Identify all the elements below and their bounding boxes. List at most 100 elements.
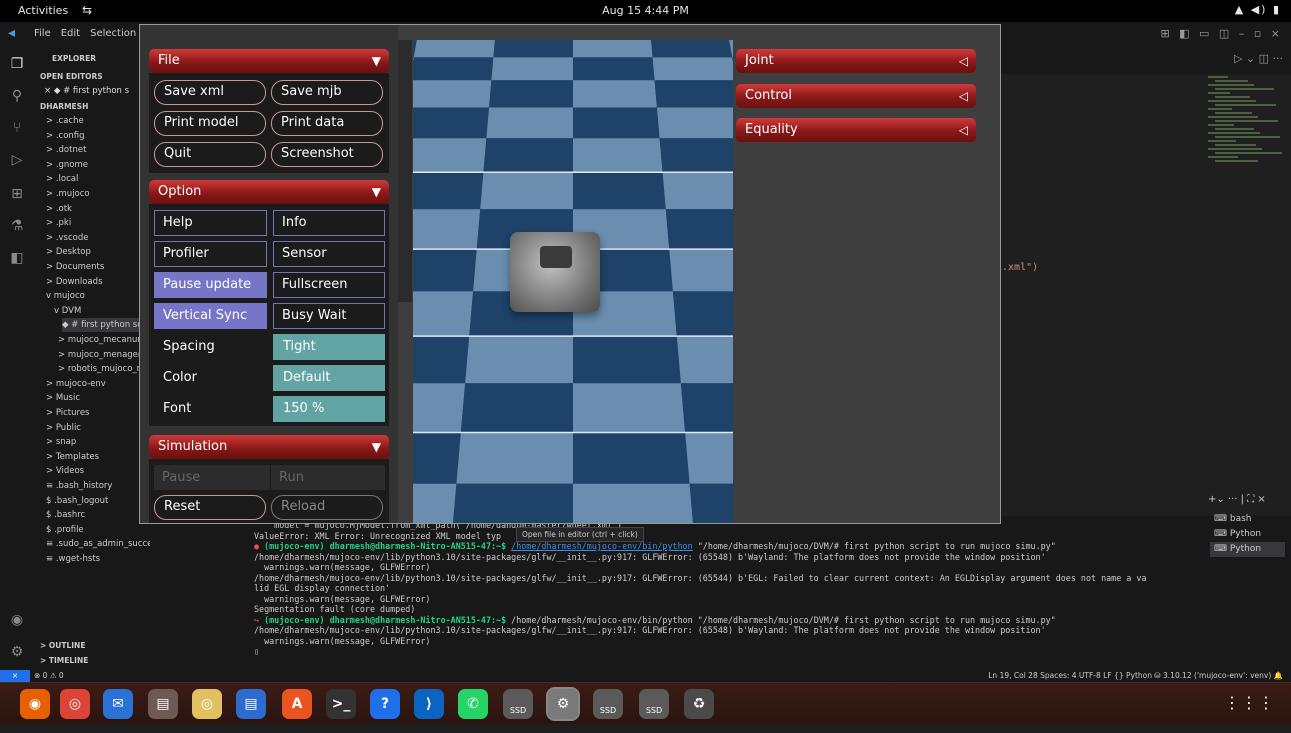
account-icon[interactable]: ◉	[9, 612, 25, 628]
explorer-item[interactable]: > .gnome	[46, 158, 150, 172]
settings-icon[interactable]: ⚙	[546, 687, 580, 721]
save-mjb-button[interactable]: Save mjb	[271, 80, 383, 105]
show-apps-icon[interactable]: ⋮⋮⋮	[1224, 693, 1275, 712]
explorer-item[interactable]: > .vscode	[46, 231, 150, 245]
whatsapp-icon[interactable]: ✆	[458, 689, 488, 719]
rhythmbox-icon[interactable]: ◎	[192, 689, 222, 719]
explorer-item[interactable]: > Downloads	[46, 275, 150, 289]
search-icon[interactable]: ⚲	[9, 88, 25, 104]
vscode-icon[interactable]: ⟩	[414, 689, 444, 719]
chrome-icon[interactable]: ◎	[60, 689, 90, 719]
spacing-select[interactable]: Tight	[273, 334, 385, 360]
explorer-item[interactable]: $ .bashrc	[46, 508, 150, 522]
menu-edit[interactable]: Edit	[61, 28, 80, 39]
files-icon[interactable]: ▤	[148, 689, 178, 719]
explorer-item[interactable]: > .local	[46, 172, 150, 186]
option-toggle-sensor[interactable]: Sensor	[273, 241, 385, 267]
terminal-icon[interactable]: >_	[326, 689, 356, 719]
terminal-link[interactable]: /home/dharmesh/mujoco-env/bin/python	[511, 541, 693, 551]
firefox-icon[interactable]: ◉	[20, 689, 50, 719]
outline-header[interactable]: > OUTLINE	[40, 639, 144, 653]
explorer-item[interactable]: $ .bash_logout	[46, 494, 150, 508]
explorer-item[interactable]: > Pictures	[46, 406, 150, 420]
explorer-item[interactable]: > Desktop	[46, 245, 150, 259]
ssd-icon[interactable]: SSD	[639, 689, 669, 719]
section-simulation-header[interactable]: Simulation ▼	[149, 435, 389, 459]
source-control-icon[interactable]: ⑂	[9, 120, 25, 136]
explorer-item[interactable]: ≡ .sudo_as_admin_successful	[46, 537, 150, 551]
help-icon[interactable]: ?	[370, 689, 400, 719]
app-center-icon[interactable]: A	[282, 689, 312, 719]
font-select[interactable]: 150 %	[273, 396, 385, 422]
explorer-item[interactable]: > .pki	[46, 216, 150, 230]
explorer-item[interactable]: > Music	[46, 391, 150, 405]
reset-button[interactable]: Reset	[154, 495, 266, 520]
explorer-item[interactable]: v mujoco	[46, 289, 150, 303]
terminal-tab-python[interactable]: ⌨ Python	[1210, 527, 1285, 542]
explorer-item[interactable]: $ .profile	[46, 523, 150, 537]
terminal-panel[interactable]: model = mujoco.MjModel.from_xml_path("/h…	[248, 516, 1291, 670]
explorer-item[interactable]: > Public	[46, 421, 150, 435]
explorer-item[interactable]: > snap	[46, 435, 150, 449]
minimap[interactable]	[1208, 76, 1288, 166]
explorer-item[interactable]: > .cache	[46, 114, 150, 128]
menu-selection[interactable]: Selection	[90, 28, 136, 39]
ssd-icon[interactable]: SSD	[503, 689, 533, 719]
terminal-tab-bash[interactable]: ⌨ bash	[1210, 512, 1285, 527]
option-toggle-fullscreen[interactable]: Fullscreen	[273, 272, 385, 298]
workspace-root-header[interactable]: DHARMESH	[40, 100, 144, 114]
screenshot-button[interactable]: Screenshot	[271, 142, 383, 167]
files-icon[interactable]: ❐	[9, 56, 25, 72]
timeline-header[interactable]: > TIMELINE	[40, 654, 144, 668]
section-control-header[interactable]: Control ◁	[736, 84, 976, 108]
ssd-icon[interactable]: SSD	[593, 689, 623, 719]
trash-icon[interactable]: ♻	[684, 689, 714, 719]
system-tray[interactable]: ▲ ◀) ▮	[1235, 3, 1281, 16]
explorer-item[interactable]: > .mujoco	[46, 187, 150, 201]
section-equality-header[interactable]: Equality ◁	[736, 118, 976, 142]
run-debug-icon[interactable]: ▷	[9, 152, 25, 168]
option-toggle-profiler[interactable]: Profiler	[154, 241, 267, 267]
quit-button[interactable]: Quit	[154, 142, 266, 167]
explorer-item[interactable]: > .dotnet	[46, 143, 150, 157]
option-toggle-help[interactable]: Help	[154, 210, 267, 236]
save-xml-button[interactable]: Save xml	[154, 80, 266, 105]
editor-status[interactable]: Ln 19, Col 28 Spaces: 4 UTF-8 LF {} Pyth…	[988, 671, 1283, 680]
clock[interactable]: Aug 15 4:44 PM	[0, 4, 1291, 17]
option-toggle-info[interactable]: Info	[273, 210, 385, 236]
terminal-tab-python-active[interactable]: ⌨ Python	[1210, 542, 1285, 557]
section-option-header[interactable]: Option ▼	[149, 180, 389, 204]
explorer-item[interactable]: > .config	[46, 129, 150, 143]
problems-status[interactable]: ⊗ 0 ⚠ 0	[34, 671, 64, 680]
explorer-item[interactable]: ≡ .wget-hsts	[46, 552, 150, 566]
section-file-header[interactable]: File ▼	[149, 49, 389, 73]
option-toggle-pause-update[interactable]: Pause update	[154, 272, 267, 298]
window-controls[interactable]: ⊞ ◧ ▭ ◫ – ▫ ×	[1160, 27, 1283, 40]
settings-gear-icon[interactable]: ⚙	[9, 644, 25, 660]
color-select[interactable]: Default	[273, 365, 385, 391]
testing-icon[interactable]: ⚗	[9, 218, 25, 234]
explorer-item[interactable]: > Documents	[46, 260, 150, 274]
extensions-icon[interactable]: ⊞	[9, 186, 25, 202]
option-toggle-vertical-sync[interactable]: Vertical Sync	[154, 303, 267, 329]
print-model-button[interactable]: Print model	[154, 111, 266, 136]
reload-button[interactable]: Reload	[271, 495, 383, 520]
section-joint-header[interactable]: Joint ◁	[736, 49, 976, 73]
thunderbird-icon[interactable]: ✉	[103, 689, 133, 719]
open-editor-item[interactable]: × ◆ # first python s	[44, 84, 148, 98]
menu-file[interactable]: File	[34, 28, 51, 39]
explorer-item[interactable]: > Videos	[46, 464, 150, 478]
run-button[interactable]: Run	[271, 465, 385, 490]
explorer-item[interactable]: > .otk	[46, 202, 150, 216]
writer-icon[interactable]: ▤	[236, 689, 266, 719]
remote-explorer-icon[interactable]: ◧	[9, 250, 25, 266]
explorer-item[interactable]: ≡ .bash_history	[46, 479, 150, 493]
open-editors-header[interactable]: OPEN EDITORS	[40, 70, 144, 84]
pause-button[interactable]: Pause	[154, 465, 270, 490]
terminal-controls[interactable]: +⌄ ··· | ⛶ ×	[1208, 494, 1266, 505]
option-toggle-busy-wait[interactable]: Busy Wait	[273, 303, 385, 329]
mujoco-viewer-window[interactable]: File ▼ Save xml Save mjb Print model Prin…	[139, 24, 1001, 524]
print-data-button[interactable]: Print data	[271, 111, 383, 136]
explorer-item[interactable]: > Templates	[46, 450, 150, 464]
panel-scrollbar[interactable]	[398, 40, 412, 302]
